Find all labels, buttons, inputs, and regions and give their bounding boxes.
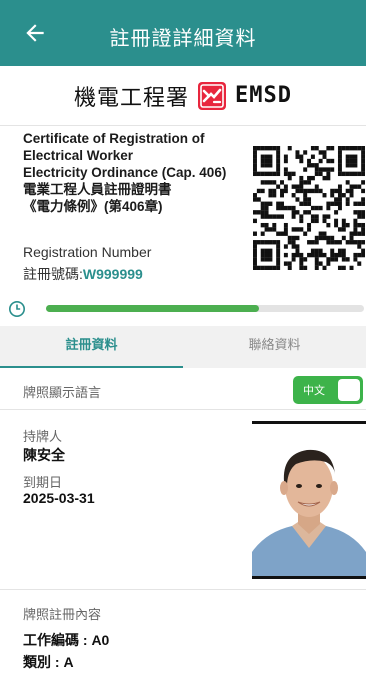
certificate-title: Certificate of Registration of Electrica… xyxy=(23,130,253,215)
license-language-label: 牌照顯示語言 xyxy=(23,386,102,401)
tab-contact-info[interactable]: 聯絡資料 xyxy=(183,326,366,368)
holder-portrait-icon xyxy=(252,424,366,576)
app-bar: 註冊證詳細資料 xyxy=(0,0,366,66)
language-toggle[interactable]: 中文 xyxy=(293,376,363,404)
qr-code xyxy=(253,146,365,270)
registration-number-value: W999999 xyxy=(82,266,143,282)
certificate-line: Electrical Worker xyxy=(23,148,134,163)
registration-content-section: 牌照註冊內容 工作編碼 : A0 類別 : A xyxy=(0,590,366,675)
department-logo: 機電工程署 EMSD xyxy=(0,66,366,126)
expiry-label: 到期日 xyxy=(23,476,63,491)
registration-content-label: 牌照註冊內容 xyxy=(23,608,102,623)
holder-section: 持牌人 陳安全 到期日 2025-03-31 xyxy=(0,410,366,590)
certificate-line: Electricity Ordinance (Cap. 406) xyxy=(23,165,227,180)
holder-label: 持牌人 xyxy=(23,430,63,445)
progress-fill xyxy=(46,305,260,312)
tab-registration-info[interactable]: 註冊資料 xyxy=(0,326,183,368)
category: 類別 : A xyxy=(23,654,74,670)
certificate-line: 《電力條例》(第406章) xyxy=(23,199,163,214)
department-name: 機電工程署 xyxy=(74,85,190,111)
registration-number-label: Registration Number xyxy=(23,244,152,260)
progress-track xyxy=(46,305,364,312)
clock-icon xyxy=(8,300,26,318)
emsd-logo-icon xyxy=(198,81,227,110)
certificate-line: Certificate of Registration of xyxy=(23,131,205,146)
license-language-row: 牌照顯示語言 中文 xyxy=(0,368,366,410)
certificate-line: 電業工程人員註冊證明書 xyxy=(23,182,172,197)
language-toggle-label: 中文 xyxy=(303,384,325,397)
registration-number-label-cn: 註冊號碼: xyxy=(23,266,83,282)
work-code: 工作編碼 : A0 xyxy=(23,632,110,648)
toggle-knob xyxy=(338,379,360,401)
registration-number: 註冊號碼:W999999 xyxy=(23,264,143,284)
holder-photo xyxy=(252,421,366,579)
tab-bar: 註冊資料 聯絡資料 xyxy=(0,326,366,368)
expiry-date: 2025-03-31 xyxy=(23,490,95,506)
validity-progress xyxy=(0,296,366,326)
page-title: 註冊證詳細資料 xyxy=(109,26,257,50)
department-abbr: EMSD xyxy=(235,83,292,108)
holder-name: 陳安全 xyxy=(23,447,65,463)
